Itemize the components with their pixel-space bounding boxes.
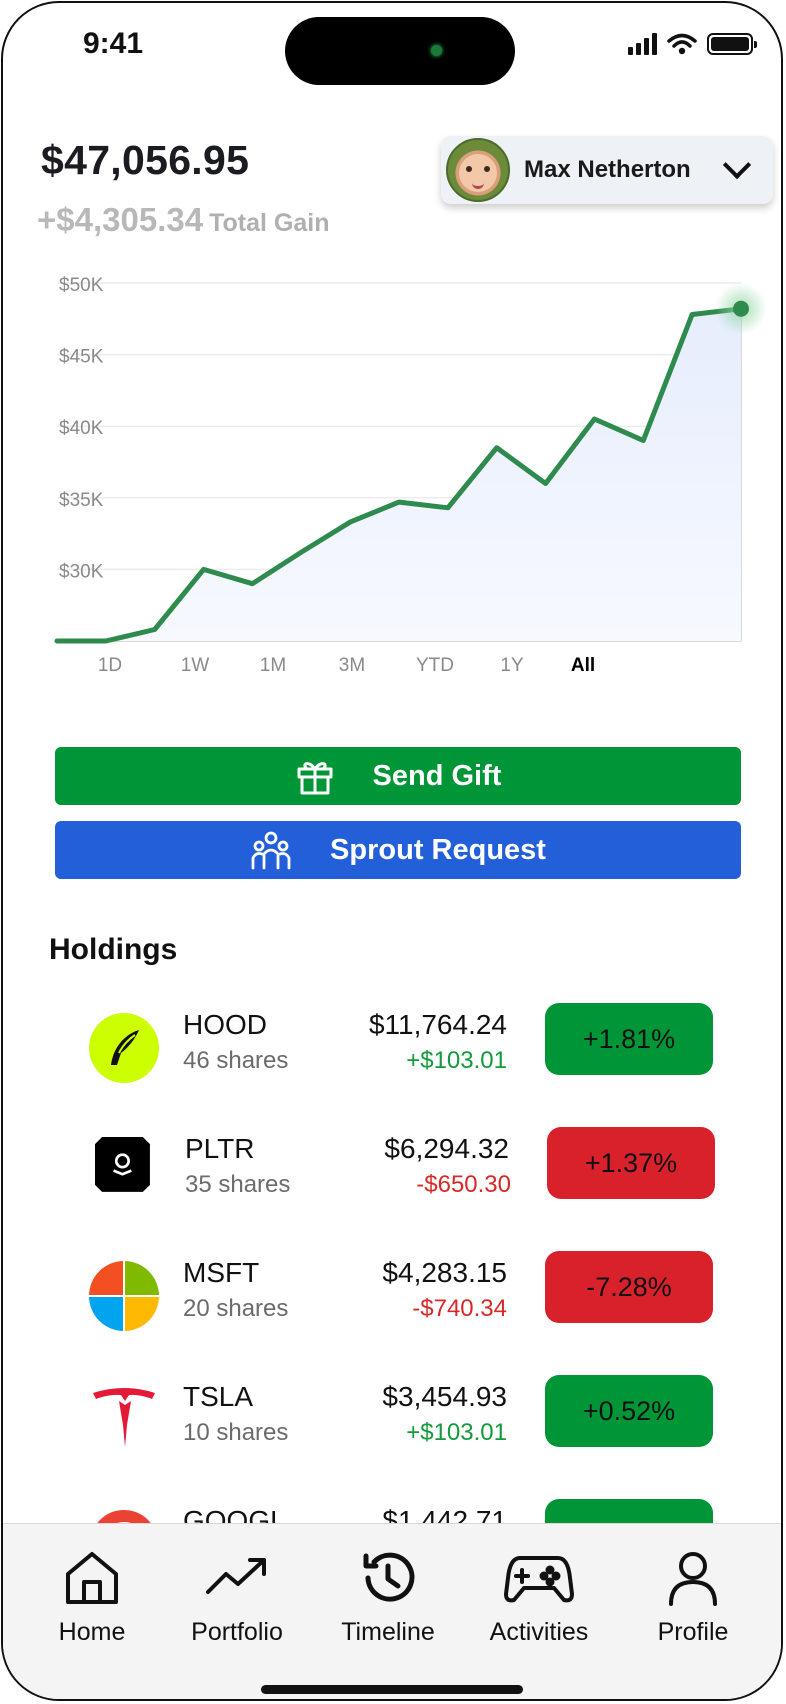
chart-y-axis: $50K $45K $40K $35K $30K: [59, 275, 104, 582]
account-name: Max Netherton: [524, 156, 691, 183]
microsoft-logo-icon: [89, 1261, 159, 1331]
total-gain: +$4,305.34 Total Gain: [37, 201, 329, 239]
range-tab-3m[interactable]: 3M: [339, 655, 365, 676]
history-icon: [363, 1552, 415, 1602]
battery-icon: [707, 33, 757, 55]
holding-shares: 10 shares: [183, 1419, 289, 1446]
holding-change: -$650.30: [416, 1171, 511, 1198]
status-icons: [628, 33, 757, 55]
holding-pct-badge: +1.81%: [545, 1003, 713, 1075]
total-gain-value: +$4,305.34: [37, 201, 204, 238]
status-time: 9:41: [83, 27, 144, 60]
nav-portfolio-label: Portfolio: [191, 1618, 283, 1646]
y-tick-label: $40K: [59, 418, 104, 439]
palantir-logo-icon: [95, 1137, 150, 1192]
chart-range-tabs: 1D 1W 1M 3M YTD 1Y All: [98, 655, 595, 676]
people-icon: [250, 830, 292, 870]
holding-row-hood[interactable]: HOOD 46 shares $11,764.24 +$103.01 +1.81…: [3, 1003, 781, 1119]
y-tick-label: $30K: [59, 561, 104, 582]
nav-timeline[interactable]: Timeline: [328, 1548, 448, 1647]
gift-icon: [295, 756, 335, 796]
wifi-icon: [667, 33, 697, 55]
phone-frame: 9:41 $47,056.95 +$4,305.34 Total Gain Max…: [1, 1, 783, 1701]
home-icon: [66, 1552, 118, 1604]
holding-row-tsla[interactable]: TSLA 10 shares $3,454.93 +$103.01 +0.52%: [3, 1375, 781, 1491]
nav-activities[interactable]: Activities: [479, 1548, 599, 1647]
holding-value: $6,294.32: [384, 1133, 509, 1164]
holding-change: -$740.34: [412, 1295, 507, 1322]
range-tab-1y[interactable]: 1Y: [500, 655, 524, 676]
robinhood-logo-icon: [89, 1013, 159, 1083]
holdings-title: Holdings: [49, 933, 178, 966]
dynamic-island: [285, 17, 515, 85]
holding-row-msft[interactable]: MSFT 20 shares $4,283.15 -$740.34 -7.28%: [3, 1251, 781, 1367]
nav-home-label: Home: [58, 1618, 126, 1646]
account-switcher[interactable]: Max Netherton: [441, 136, 773, 204]
send-gift-label: Send Gift: [372, 759, 502, 792]
nav-profile-label: Profile: [657, 1618, 729, 1646]
holding-pct-badge: +1.37%: [547, 1127, 715, 1199]
holding-value: $11,764.24: [368, 1009, 507, 1040]
gamepad-icon: [504, 1556, 574, 1603]
portfolio-balance: $47,056.95: [41, 137, 250, 183]
nav-timeline-label: Timeline: [341, 1618, 435, 1646]
holding-value: $3,454.93: [382, 1381, 507, 1412]
y-tick-label: $45K: [59, 347, 104, 368]
nav-home[interactable]: Home: [32, 1548, 152, 1647]
holding-ticker: TSLA: [183, 1381, 254, 1412]
holding-row-pltr[interactable]: PLTR 35 shares $6,294.32 -$650.30 +1.37%: [3, 1127, 781, 1243]
portfolio-chart: $50K $45K $40K $35K $30K 1D 1W 1M 3M YTD 1Y All: [54, 275, 767, 676]
chart-area: [57, 308, 741, 641]
nav-profile[interactable]: Profile: [633, 1548, 753, 1647]
avatar: [446, 138, 510, 202]
bottom-nav: Home Portfolio Timeline Activities Profi…: [3, 1523, 781, 1699]
send-gift-button[interactable]: Send Gift: [55, 747, 741, 805]
nav-activities-label: Activities: [489, 1618, 589, 1646]
trending-up-icon: [206, 1558, 266, 1594]
holding-shares: 46 shares: [183, 1047, 289, 1074]
total-gain-label: Total Gain: [209, 209, 330, 237]
holding-ticker: PLTR: [185, 1133, 255, 1164]
range-tab-1m[interactable]: 1M: [260, 655, 286, 676]
holding-shares: 35 shares: [185, 1171, 291, 1198]
tesla-logo-icon: [93, 1388, 155, 1447]
holding-value: $4,283.15: [382, 1257, 507, 1288]
nav-portfolio[interactable]: Portfolio: [177, 1548, 297, 1647]
sprout-request-button[interactable]: Sprout Request: [55, 821, 741, 879]
holding-pct-badge: -7.28%: [545, 1251, 713, 1323]
range-tab-ytd[interactable]: YTD: [416, 655, 454, 676]
holding-ticker: MSFT: [183, 1257, 260, 1288]
holding-change: +$103.01: [406, 1419, 507, 1446]
holding-pct-badge: +0.52%: [545, 1375, 713, 1447]
camera-dot: [431, 45, 442, 56]
y-tick-label: $35K: [59, 490, 104, 511]
sprout-request-label: Sprout Request: [330, 833, 546, 866]
y-tick-label: $50K: [59, 275, 104, 296]
range-tab-all[interactable]: All: [571, 655, 595, 676]
range-tab-1w[interactable]: 1W: [181, 655, 210, 676]
holding-ticker: HOOD: [183, 1009, 267, 1040]
holding-change: +$103.01: [406, 1047, 507, 1074]
home-indicator[interactable]: [261, 1685, 523, 1694]
chevron-down-icon: [722, 150, 752, 180]
holding-shares: 20 shares: [183, 1295, 289, 1322]
range-tab-1d[interactable]: 1D: [98, 655, 122, 676]
cellular-signal-icon: [628, 33, 657, 55]
chart-end-point: [733, 300, 749, 317]
user-icon: [669, 1552, 717, 1606]
